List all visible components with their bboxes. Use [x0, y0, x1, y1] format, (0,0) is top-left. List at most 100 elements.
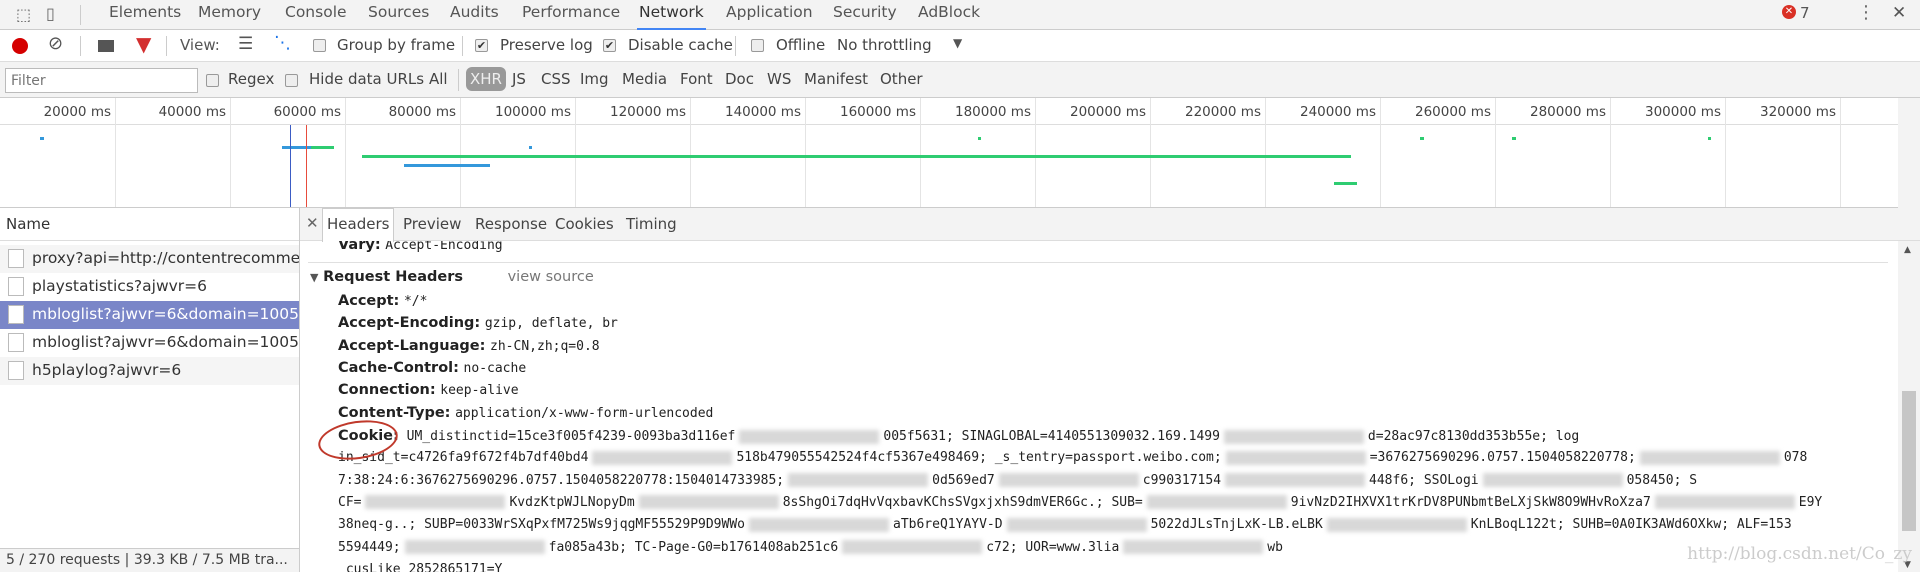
detail-tab-timing[interactable]: Timing: [626, 215, 677, 233]
tab-application[interactable]: Application: [724, 3, 815, 30]
tab-adblock[interactable]: AdBlock: [916, 3, 982, 30]
timeline-scrollbar[interactable]: [1898, 98, 1920, 208]
filter-type-css[interactable]: CSS: [541, 70, 571, 88]
overview-icon[interactable]: ⋱: [274, 33, 291, 53]
regex-checkbox[interactable]: [206, 74, 219, 87]
request-name[interactable]: h5playlog?ajwvr=6: [32, 361, 181, 379]
header-key: Connection:: [338, 382, 436, 399]
status-bar: 5 / 270 requests | 39.3 KB / 7.5 MB tra.…: [0, 548, 299, 572]
cookie-fragment: =3676275690296.0757.1504058220778;: [1369, 450, 1636, 466]
request-name[interactable]: mbloglist?ajwvr=6&domain=1005...: [32, 305, 299, 323]
detail-tab-headers[interactable]: Headers: [322, 208, 395, 242]
throttling-dropdown-icon[interactable]: ▼: [953, 36, 962, 50]
cookie-fragment: d=28ac97c8130dd353b55e; log: [1367, 429, 1580, 444]
filter-type-other[interactable]: Other: [880, 70, 923, 88]
tab-audits[interactable]: Audits: [448, 3, 501, 30]
tab-performance[interactable]: Performance: [520, 3, 622, 30]
redacted-blur: [739, 429, 880, 444]
group-by-frame-checkbox[interactable]: [313, 39, 326, 52]
timeline-gridline: [575, 98, 576, 207]
header-key: Content-Type:: [338, 404, 451, 421]
expand-triangle-icon[interactable]: ▼: [310, 271, 318, 284]
inspect-element-icon[interactable]: ⬚: [16, 5, 31, 24]
timeline-tick-label: 80000 ms: [388, 104, 456, 120]
timeline-gridline: [690, 98, 691, 207]
redacted-blur: [1223, 429, 1364, 444]
more-options-icon[interactable]: ⋮: [1857, 2, 1875, 23]
hide-data-urls-checkbox[interactable]: [285, 74, 298, 87]
cookie-fragment: CF=: [338, 494, 362, 510]
scroll-up-icon[interactable]: ▲: [1904, 245, 1911, 255]
tab-network[interactable]: Network: [637, 3, 706, 30]
timeline-tick-label: 120000 ms: [609, 104, 686, 120]
name-column-header[interactable]: Name: [0, 208, 299, 241]
cookie-fragment: c990317154: [1142, 472, 1222, 488]
cookie-fragment: c72; UOR=www.3lia: [986, 539, 1120, 555]
record-icon[interactable]: [12, 38, 28, 54]
filter-bar: Regex Hide data URLs All XHR JS CSS Img Media…: [0, 62, 1920, 98]
details-scrollbar[interactable]: ▲ ▼: [1898, 241, 1920, 572]
detail-tab-response[interactable]: Response: [475, 215, 547, 233]
request-row[interactable]: mbloglist?ajwvr=6&domain=1005...: [0, 329, 299, 357]
filter-type-ws[interactable]: WS: [767, 70, 791, 88]
timeline-tick-label: 260000 ms: [1414, 104, 1491, 120]
filter-type-media[interactable]: Media: [622, 70, 667, 88]
network-overview-timeline[interactable]: 20000 ms 40000 ms 60000 ms 80000 ms 100000 m…: [0, 98, 1898, 208]
tab-elements[interactable]: Elements: [107, 3, 183, 30]
request-headers-title: Request Headers: [323, 269, 463, 285]
header-key: Accept-Language:: [338, 337, 486, 354]
filter-type-img[interactable]: Img: [580, 70, 609, 88]
preserve-log-checkbox[interactable]: ✔: [475, 39, 488, 52]
detail-tab-cookies[interactable]: Cookies: [555, 215, 614, 233]
view-source-link[interactable]: view source: [508, 269, 594, 285]
filter-type-doc[interactable]: Doc: [725, 70, 754, 88]
detail-tab-preview[interactable]: Preview: [403, 215, 461, 233]
timeline-bar-waiting: [615, 155, 619, 158]
redacted-blur: [1123, 540, 1264, 554]
request-name[interactable]: proxy?api=http://contentrecomme...: [32, 249, 299, 267]
filter-input[interactable]: [5, 68, 198, 93]
tab-memory[interactable]: Memory: [196, 3, 263, 30]
timeline-bar-waiting: [1512, 137, 1516, 140]
cookie-line: 7:38:24:6:3676275690296.0757.15040582207…: [338, 473, 1697, 488]
tab-sources[interactable]: Sources: [366, 3, 431, 30]
cookie-line: CF= KvdzKtpWJLNopyDm 8sShgOi7dqHvVqxbavKCh…: [338, 495, 1822, 510]
redacted-blur: [842, 540, 983, 554]
timeline-bar-waiting: [310, 146, 334, 149]
error-icon[interactable]: ✕: [1782, 5, 1796, 19]
cookie-line: in_sid_t=c4726fa9f672f4b7df40bd4 518b4790…: [338, 450, 1807, 465]
close-devtools-icon[interactable]: ✕: [1892, 3, 1906, 23]
filter-icon[interactable]: ▼: [136, 32, 151, 56]
capture-screenshots-icon[interactable]: [98, 40, 114, 52]
timeline-gridline: [1725, 98, 1726, 207]
offline-checkbox[interactable]: [751, 39, 764, 52]
group-by-frame-label: Group by frame: [337, 36, 456, 54]
tab-security[interactable]: Security: [831, 3, 899, 30]
filter-type-js[interactable]: JS: [512, 70, 526, 88]
cookie-fragment: 518b479055542524f4cf5367e498469; _s_tent…: [736, 450, 1222, 466]
filter-type-manifest[interactable]: Manifest: [804, 70, 868, 88]
request-row[interactable]: mbloglist?ajwvr=6&domain=1005...: [0, 301, 299, 329]
scroll-thumb[interactable]: [1902, 391, 1916, 531]
cookie-fragment: E9Y: [1798, 494, 1823, 510]
request-name[interactable]: playstatistics?ajwvr=6: [32, 277, 207, 295]
device-toolbar-icon[interactable]: ▯: [46, 4, 55, 23]
tab-console[interactable]: Console: [283, 3, 349, 30]
request-name[interactable]: mbloglist?ajwvr=6&domain=1005...: [32, 333, 299, 351]
request-row[interactable]: proxy?api=http://contentrecomme...: [0, 245, 299, 273]
header-key: Accept-Encoding:: [338, 315, 481, 332]
close-detail-icon[interactable]: ✕: [306, 214, 319, 232]
filter-type-xhr[interactable]: XHR: [466, 67, 506, 91]
large-rows-icon[interactable]: ☰: [238, 34, 253, 54]
filter-type-font[interactable]: Font: [680, 70, 713, 88]
request-row[interactable]: h5playlog?ajwvr=6: [0, 357, 299, 385]
request-row[interactable]: playstatistics?ajwvr=6: [0, 273, 299, 301]
clear-icon[interactable]: ⊘: [48, 33, 63, 54]
request-headers-section[interactable]: ▼ Request Headers view source: [310, 269, 594, 285]
file-icon: [8, 305, 24, 324]
throttling-select[interactable]: No throttling: [837, 36, 932, 54]
error-count[interactable]: 7: [1800, 4, 1810, 22]
disable-cache-checkbox[interactable]: ✔: [603, 39, 616, 52]
filter-type-all[interactable]: All: [429, 70, 448, 88]
hide-data-urls-label: Hide data URLs: [309, 70, 425, 88]
